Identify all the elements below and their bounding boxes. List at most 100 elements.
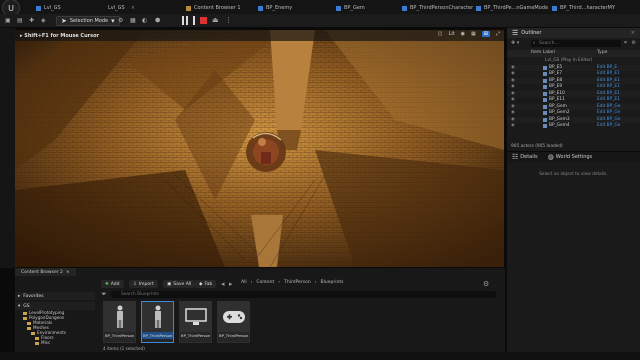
details-icon: ☷ [512, 152, 519, 161]
asset-label: BP_ThirdPerson [219, 333, 249, 338]
tab-bp-gamemode[interactable]: BP_ThirdPe...nGameMode [476, 3, 548, 13]
back-icon[interactable]: ◂ [221, 281, 225, 288]
sources-panel: ▸ Favorites ▾ GS LevelPrototyping PolygonD… [15, 292, 95, 360]
close-icon[interactable]: × [131, 5, 135, 11]
chevron-down-icon: ▾ [111, 16, 115, 25]
details-tabs: ☷ Details ◍ World Settings [507, 152, 640, 162]
forward-icon[interactable]: ▸ [229, 281, 233, 288]
play-controls: ⏏ ⋮ [182, 16, 233, 25]
fab-button[interactable]: ◆ Fab [195, 280, 217, 288]
step-icon[interactable] [193, 16, 195, 25]
tab-details[interactable]: ☷ Details [512, 152, 538, 161]
folder-icon [35, 341, 39, 345]
pause-icon[interactable] [182, 16, 188, 25]
breadcrumb-item[interactable]: Blueprints [321, 280, 344, 285]
asset-tile[interactable]: BP_ThirdPerson [103, 301, 136, 343]
breadcrumb-item[interactable]: Content [256, 280, 274, 285]
tab-label: BP_Gem [344, 5, 365, 11]
left-side-rail [0, 28, 15, 268]
asset-tile[interactable]: BP_ThirdPerson [179, 301, 212, 343]
save-all-button[interactable]: ▣ Save All [163, 280, 196, 288]
cinematics-icon[interactable]: ⬢ [155, 17, 160, 24]
content-browser-tab[interactable]: Content Browser 2 × [15, 268, 76, 276]
outliner-title: Outliner [521, 30, 542, 36]
asset-search-input[interactable]: Search Blueprints [111, 291, 496, 298]
tab-level-2[interactable]: Lvl_GS × [108, 3, 135, 13]
show-flags-icon[interactable]: ◉ [461, 31, 465, 37]
settings-icon[interactable]: ⚙ [483, 281, 489, 288]
tab-label: BP_Third...haracterMY [560, 5, 616, 11]
more-options-icon[interactable]: ⋮ [225, 16, 233, 25]
tree-item[interactable]: Misc [15, 340, 95, 345]
outliner-search-input[interactable]: Search... [531, 40, 621, 47]
content-icon[interactable]: ▤ [17, 17, 23, 24]
build-icon[interactable]: ⚙ [118, 17, 123, 24]
add-filter-icon[interactable]: ✚ ▾ [511, 40, 519, 46]
cursor-icon: ➤ [61, 16, 67, 25]
breadcrumb-item[interactable]: All [241, 280, 247, 285]
game-scene-render [15, 30, 504, 267]
plus-icon: ✚ [105, 281, 109, 287]
level-viewport[interactable] [15, 30, 504, 267]
blueprint-icon [476, 5, 481, 11]
view-mode-button[interactable]: Lit [449, 31, 455, 37]
tab-level[interactable]: Lvl_GS [36, 3, 61, 13]
snap-icon[interactable]: ⊞ [481, 31, 490, 37]
add-button[interactable]: ✚ Add [101, 280, 124, 288]
platform-icon[interactable]: ◐ [142, 17, 147, 24]
tab-content-browser-1[interactable]: Content Browser 1 [186, 3, 241, 13]
tab-bp-gem[interactable]: BP_Gem [336, 3, 365, 13]
sequencer-icon[interactable]: ▦ [130, 17, 136, 24]
asset-tile-selected[interactable]: BP_ThirdPerson [141, 301, 174, 343]
breadcrumb-item[interactable]: ThirdPerson [284, 280, 311, 285]
perspective-icon[interactable]: ◰ [438, 31, 443, 37]
actor-icon [543, 124, 547, 128]
settings-icon[interactable]: ⚙ [632, 40, 636, 46]
add-actor-icon[interactable]: ✚ [29, 17, 34, 24]
filter-icon[interactable]: ⏷ [624, 40, 628, 46]
col-item-label[interactable]: Item Label [531, 50, 555, 55]
import-button[interactable]: ⇩ Import [129, 280, 158, 288]
close-icon[interactable]: × [631, 30, 635, 36]
breadcrumb: All › Content › ThirdPerson › Blueprints [241, 280, 344, 285]
unreal-editor-window: U Lvl_GS Lvl_GS × Content Browser 1 BP_E… [0, 0, 640, 360]
selection-mode-button[interactable]: ➤ Selection Mode ▾ [56, 16, 120, 26]
actor-icon [543, 98, 547, 102]
title-bar: U Lvl_GS Lvl_GS × Content Browser 1 BP_E… [0, 0, 640, 17]
blueprint-menu-icon[interactable]: ◈ [41, 17, 46, 24]
close-icon[interactable]: × [66, 270, 70, 275]
chevron-down-icon: ▾ [18, 303, 21, 309]
save-icon: ▣ [167, 281, 172, 287]
list-item[interactable]: ◉ BP_Gem4 Edit BP_Ge [507, 123, 640, 130]
save-icon[interactable]: ▣ [5, 17, 11, 24]
tab-bp-charactermy[interactable]: BP_Third...haracterMY [552, 3, 615, 13]
eye-icon[interactable]: ◉ [511, 123, 515, 130]
fab-icon: ◆ [199, 281, 203, 287]
outliner-options: ⏷ ⚙ [624, 40, 637, 46]
gs-root-section[interactable]: ▾ GS [15, 302, 95, 310]
actor-icon [543, 72, 547, 76]
selection-mode-label: Selection Mode [69, 18, 109, 24]
outliner-tab[interactable]: ☰ Outliner × [507, 28, 640, 38]
favorites-section[interactable]: ▸ Favorites [15, 292, 95, 300]
details-empty-message: Select an object to view details. [539, 172, 608, 177]
asset-grid: BP_ThirdPerson BP_ThirdPerson BP_ThirdPe… [103, 301, 250, 343]
asset-label: BP_ThirdPerson [105, 333, 135, 338]
asset-tile[interactable]: BP_ThirdPerson [217, 301, 250, 343]
main-toolbar: ▣ ▤ ✚ ◈ ➤ Selection Mode ▾ ⚙ ▦ ◐ ⬢ ⏏ ⋮ [0, 14, 640, 28]
gamepad-icon [218, 302, 249, 332]
tab-bp-enemy[interactable]: BP_Enemy [258, 3, 292, 13]
filter-icon[interactable]: ⏷ [101, 291, 107, 298]
tab-bp-thirdpersoncharacter[interactable]: BP_ThirdPersonCharacter [402, 3, 473, 13]
stop-icon[interactable] [200, 17, 207, 24]
eject-icon[interactable]: ⏏ [212, 16, 220, 25]
maximize-icon[interactable]: ⤢ [496, 31, 500, 37]
actor-icon [543, 85, 547, 89]
col-type[interactable]: Type [597, 50, 607, 55]
tab-label: BP_Enemy [266, 5, 293, 11]
tab-label: BP_ThirdPersonCharacter [410, 5, 474, 11]
grid-icon[interactable]: ▦ [471, 31, 476, 37]
import-icon: ⇩ [133, 281, 137, 287]
level-icon [36, 5, 41, 11]
tab-world-settings[interactable]: ◍ World Settings [548, 153, 593, 161]
